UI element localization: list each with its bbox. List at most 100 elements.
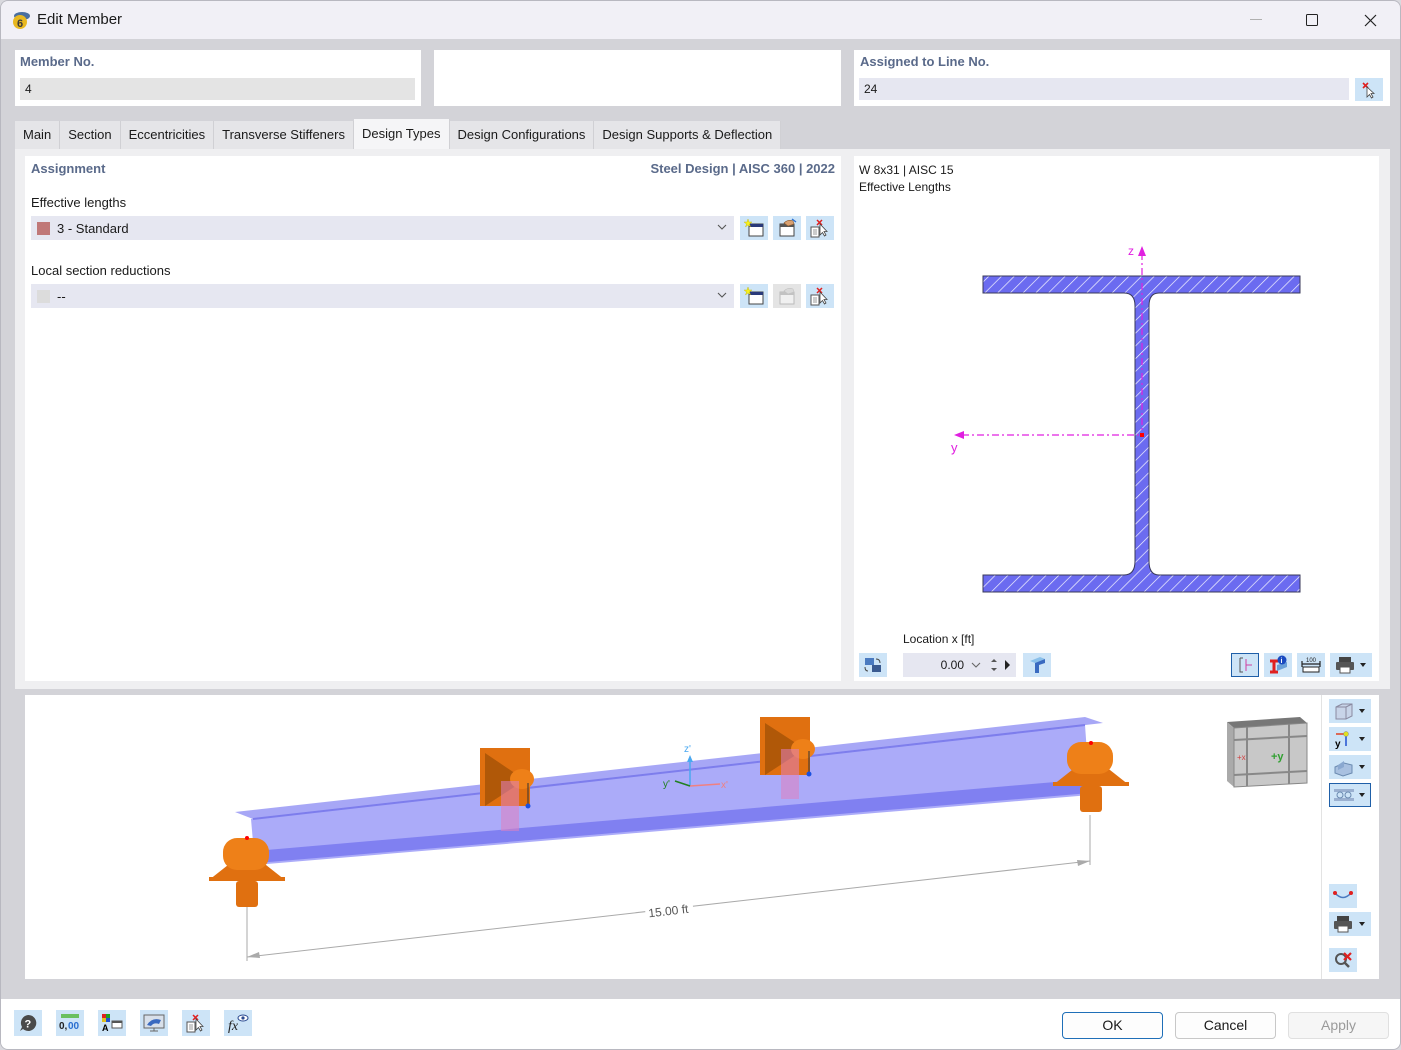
section-info-button[interactable]: i: [1264, 653, 1292, 677]
model-drawing: 15.00 ft z' x' y' +x +y: [209, 717, 1308, 961]
svg-text:?: ?: [25, 1019, 32, 1031]
maximize-icon: [1306, 14, 1318, 26]
edit-icon: [779, 288, 795, 305]
section-axes-icon: [1239, 657, 1252, 673]
select-effective-length-button[interactable]: [806, 216, 834, 240]
reset-view-button[interactable]: [1329, 948, 1357, 972]
tab-section[interactable]: Section: [60, 121, 121, 149]
svg-text:y: y: [1335, 739, 1341, 749]
select-icon: [810, 287, 828, 306]
close-button[interactable]: [1341, 1, 1399, 39]
tab-design-types[interactable]: Design Types: [353, 119, 450, 149]
select-icon: [810, 219, 828, 238]
section-info-icon: i: [1270, 655, 1287, 674]
close-icon: [1364, 14, 1376, 26]
location-spinner-icon[interactable]: [990, 656, 998, 674]
tab-main[interactable]: Main: [15, 121, 61, 149]
deflection-button[interactable]: [1329, 884, 1357, 908]
print-section-button[interactable]: [1330, 653, 1372, 677]
view-mode-button[interactable]: [1329, 699, 1371, 723]
section-display-button[interactable]: [1329, 783, 1371, 807]
dimensions-button[interactable]: 100: [1297, 653, 1325, 677]
new-local-reduction-button[interactable]: [740, 284, 768, 308]
new-icon: [743, 286, 764, 305]
local-section-reductions-select[interactable]: --: [31, 284, 734, 308]
member-no-input[interactable]: 4: [20, 78, 415, 100]
render-mode-icon: [1334, 761, 1365, 777]
apply-button[interactable]: Apply: [1288, 1012, 1389, 1039]
ok-button[interactable]: OK: [1062, 1012, 1163, 1039]
box-view-icon: [1335, 703, 1365, 720]
location-input[interactable]: 0.00: [903, 653, 1016, 677]
cube-x-label: +x: [1237, 753, 1246, 762]
section-axes-button[interactable]: [1231, 653, 1259, 677]
display-settings-button[interactable]: [140, 1010, 168, 1036]
text-format-button[interactable]: A: [98, 1010, 126, 1036]
cancel-button[interactable]: Cancel: [1175, 1012, 1276, 1039]
formula-icon: fx: [228, 1014, 249, 1033]
middle-panel: [434, 50, 841, 106]
formula-button[interactable]: fx: [224, 1010, 252, 1036]
local-axis-z-label: z': [684, 744, 691, 755]
tab-eccentricities[interactable]: Eccentricities: [120, 121, 215, 149]
section-preview-pane: W 8x31 | AISC 15 Effective Lengths z y L…: [854, 156, 1379, 681]
app-logo-icon: 6: [13, 12, 30, 30]
minimize-button[interactable]: [1227, 1, 1285, 39]
location-chevron-down-icon[interactable]: [970, 659, 982, 671]
axis-view-icon: y: [1335, 731, 1365, 749]
effective-lengths-select[interactable]: 3 - Standard: [31, 216, 734, 240]
swap-view-button[interactable]: [859, 653, 887, 677]
member-no-label: Member No.: [20, 54, 95, 69]
section-3d-button[interactable]: [1023, 653, 1051, 677]
footer-bar: ? 0, 00 A fx OK Cancel Apply: [1, 999, 1400, 1049]
units-button[interactable]: 0, 00: [56, 1010, 84, 1036]
z-axis-label: z: [1128, 244, 1134, 258]
assigned-line-input[interactable]: 24: [859, 78, 1349, 100]
svg-text:i: i: [1281, 658, 1283, 665]
design-standard-label: Steel Design | AISC 360 | 2022: [650, 161, 835, 176]
edit-effective-length-button[interactable]: [773, 216, 801, 240]
location-next-icon[interactable]: [1004, 659, 1012, 671]
title-bar: 6 Edit Member: [1, 1, 1400, 39]
assigned-line-panel: Assigned to Line No. 24: [854, 50, 1390, 106]
svg-text:A: A: [102, 1023, 109, 1033]
help-icon: ?: [20, 1014, 37, 1031]
pick-line-icon: [1362, 81, 1376, 99]
edit-local-reduction-button[interactable]: [773, 284, 801, 308]
print-view-button[interactable]: [1329, 912, 1371, 936]
axis-view-button[interactable]: y: [1329, 727, 1371, 751]
section-display-icon: [1334, 789, 1365, 801]
effective-lengths-label: Effective lengths: [31, 195, 127, 210]
minimize-icon: [1250, 19, 1262, 20]
model-viewport[interactable]: 15.00 ft z' x' y' +x +y: [25, 695, 1379, 979]
assignment-pane: Assignment Steel Design | AISC 360 | 202…: [25, 156, 841, 681]
svg-text:00: 00: [68, 1021, 80, 1032]
tab-design-configurations[interactable]: Design Configurations: [449, 121, 595, 149]
pick-line-button[interactable]: [1355, 78, 1383, 101]
dimension-arrow-left: [247, 952, 260, 958]
edit-member-dialog: 6 Edit Member Member No. 4 Assigned to L…: [0, 0, 1401, 1050]
help-button[interactable]: ?: [14, 1010, 42, 1036]
maximize-button[interactable]: [1283, 1, 1341, 39]
tab-design-supports-deflection[interactable]: Design Supports & Deflection: [594, 121, 782, 149]
svg-text:0,: 0,: [59, 1021, 68, 1032]
chevron-down-icon: [717, 292, 727, 298]
centroid-point: [1140, 433, 1144, 437]
local-section-reductions-color-swatch: [37, 289, 50, 303]
new-icon: [743, 218, 764, 237]
local-section-reductions-label: Local section reductions: [31, 263, 171, 278]
tab-transverse-stiffeners[interactable]: Transverse Stiffeners: [214, 121, 354, 149]
section-drawing: z y: [951, 244, 1301, 593]
new-effective-length-button[interactable]: [740, 216, 768, 240]
select-local-reduction-button[interactable]: [806, 284, 834, 308]
chevron-down-icon: [717, 224, 727, 230]
location-value: 0.00: [940, 658, 964, 672]
svg-text:6: 6: [17, 18, 23, 30]
navigation-cube[interactable]: +x +y: [1227, 717, 1308, 788]
select-objects-button[interactable]: [182, 1010, 210, 1036]
render-mode-button[interactable]: [1329, 755, 1371, 779]
select-icon: [186, 1014, 204, 1033]
z-axis-arrow: [1138, 246, 1146, 256]
svg-text:fx: fx: [228, 1019, 239, 1033]
location-label: Location x [ft]: [903, 632, 975, 646]
